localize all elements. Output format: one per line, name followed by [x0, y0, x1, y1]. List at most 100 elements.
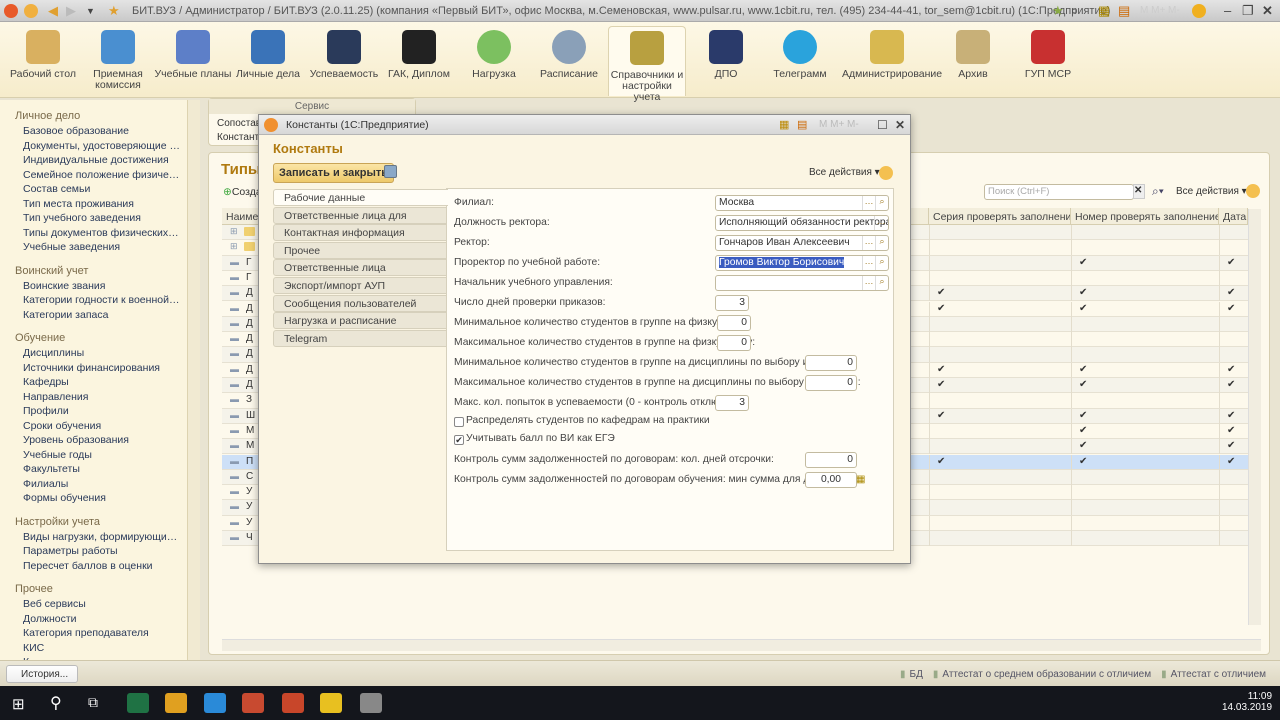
maximize-icon[interactable]: ☐: [877, 118, 888, 132]
sidebar-item[interactable]: Уровень образования: [0, 433, 180, 448]
sidebar-item[interactable]: Виды нагрузки, формирующие задо...: [0, 530, 180, 545]
sidebar-item[interactable]: Профили: [0, 404, 180, 419]
files-icon[interactable]: [242, 693, 264, 713]
open-search-icon[interactable]: ⌕: [875, 236, 888, 250]
sidebar-item[interactable]: Должности: [0, 612, 180, 627]
number-input[interactable]: 0: [717, 335, 751, 351]
section-archive-book[interactable]: Архив: [934, 30, 1012, 80]
section-laptop-grid[interactable]: Учебные планы: [154, 30, 232, 80]
sidebar-item[interactable]: Состав семьи: [0, 182, 180, 197]
tab-7[interactable]: Нагрузка и расписание: [273, 312, 447, 330]
expand-icon[interactable]: ⊞: [230, 241, 238, 252]
table-horizontal-scrollbar[interactable]: [222, 639, 1261, 651]
sidebar-item[interactable]: Индивидуальные достижения: [0, 153, 180, 168]
number-input[interactable]: 0: [805, 375, 857, 391]
sidebar-item[interactable]: Учебные заведения: [0, 240, 180, 255]
sidebar-item[interactable]: Веб сервисы: [0, 597, 180, 612]
history-button[interactable]: История...: [6, 665, 78, 683]
section-binders[interactable]: Справочники и настройки учета: [608, 26, 686, 103]
save-icon[interactable]: [384, 165, 397, 178]
sidebar-item[interactable]: Типы документов физических лиц: [0, 226, 180, 241]
section-telegram[interactable]: Телеграмм: [761, 30, 839, 80]
powerpoint-icon[interactable]: [282, 693, 304, 713]
column-header[interactable]: Номер проверять заполнение: [1071, 208, 1219, 225]
save-and-close-button[interactable]: Записать и закрыть: [273, 163, 395, 183]
section-folder[interactable]: Личные дела: [229, 30, 307, 80]
main-menu-icon[interactable]: [24, 4, 38, 18]
number-input[interactable]: 0: [717, 315, 751, 331]
sidebar-item[interactable]: Пересчет баллов в оценки: [0, 559, 180, 574]
sidebar-item[interactable]: Факультеты: [0, 462, 180, 477]
history-dropdown-icon[interactable]: ▼: [86, 6, 95, 16]
ie-icon[interactable]: [204, 693, 226, 713]
sidebar-item[interactable]: Формы обучения: [0, 491, 180, 506]
checkbox[interactable]: ✔: [454, 435, 464, 445]
sidebar-item[interactable]: Категория преподавателя: [0, 626, 180, 641]
search-icon[interactable]: ⚲: [50, 693, 62, 713]
status-link[interactable]: ▮ Аттестат о среднем образовании с отличи…: [933, 669, 1151, 680]
ref-input[interactable]: … ⌕: [715, 275, 889, 291]
select-button-icon[interactable]: …: [862, 276, 875, 290]
clock[interactable]: 11:09 14.03.2019: [1222, 691, 1272, 713]
sidebar-item[interactable]: Дисциплины: [0, 346, 180, 361]
sidebar-item[interactable]: КИС: [0, 641, 180, 656]
windows-start-icon[interactable]: ⊞: [12, 695, 25, 713]
calendar-icon[interactable]: ▤: [1118, 3, 1130, 19]
dialog-close-icon[interactable]: ✕: [895, 118, 905, 132]
1c-logo-icon[interactable]: [4, 4, 18, 18]
table-vertical-scrollbar[interactable]: [1248, 209, 1261, 625]
number-input[interactable]: 3: [715, 395, 749, 411]
calendar-icon[interactable]: ▤: [797, 118, 807, 131]
calculator-icon[interactable]: ▦: [1098, 3, 1110, 19]
tab-6[interactable]: Сообщения пользователей: [273, 294, 447, 312]
select-button-icon[interactable]: …: [862, 256, 875, 270]
sidebar-item[interactable]: Учебные годы: [0, 448, 180, 463]
select-button-icon[interactable]: …: [874, 216, 887, 230]
section-clock[interactable]: Расписание: [530, 30, 608, 80]
number-input[interactable]: 0: [805, 452, 857, 468]
ref-input[interactable]: Гончаров Иван Алексеевич … ⌕: [715, 235, 889, 251]
sidebar-item[interactable]: Филиалы: [0, 477, 180, 492]
section-database-monitor[interactable]: Администрирование: [842, 30, 942, 80]
sidebar-item[interactable]: Категории годности к военной слу...: [0, 293, 180, 308]
service-link-constants[interactable]: Констант: [217, 132, 259, 143]
task-view-icon[interactable]: ⧉: [88, 694, 98, 711]
ref-input[interactable]: Громов Виктор Борисович … ⌕: [715, 255, 889, 271]
open-search-icon[interactable]: ⌕: [875, 196, 888, 210]
close-icon[interactable]: ✕: [1262, 3, 1273, 19]
open-search-icon[interactable]: ⌕: [875, 276, 888, 290]
1c-icon[interactable]: [320, 693, 342, 713]
tab-2[interactable]: Контактная информация: [273, 224, 447, 242]
forward-icon[interactable]: ▶: [66, 3, 76, 19]
memory-icons[interactable]: M M+ M-: [819, 119, 859, 130]
open-search-icon[interactable]: ⌕: [875, 256, 888, 270]
section-pie-chart[interactable]: Нагрузка: [455, 30, 533, 80]
chrome-icon[interactable]: [165, 693, 187, 713]
tab-5[interactable]: Экспорт/импорт АУП: [273, 277, 447, 294]
number-input[interactable]: 0: [805, 355, 857, 371]
checkbox[interactable]: [454, 417, 464, 427]
tool-icon[interactable]: [360, 693, 382, 713]
number-input[interactable]: 0,00: [805, 472, 857, 488]
dialog-all-actions-menu[interactable]: Все действия ▾: [809, 167, 880, 178]
select-button-icon[interactable]: …: [862, 236, 875, 250]
memory-icons[interactable]: M M+ M-: [1140, 5, 1180, 16]
status-link[interactable]: ▮ Аттестат с отличием: [1161, 669, 1266, 680]
tab-4[interactable]: Ответственные лица: [273, 259, 447, 277]
expand-icon[interactable]: ⊞: [230, 226, 238, 237]
calculator-icon[interactable]: ▦: [779, 118, 789, 131]
add-favorite-icon[interactable]: ★: [1052, 3, 1064, 19]
ref-input[interactable]: Исполняющий обязанности ректора…: [715, 215, 889, 231]
column-header[interactable]: Серия проверять заполнение: [929, 208, 1071, 225]
number-input[interactable]: 3: [715, 295, 749, 311]
sidebar-item[interactable]: Базовое образование: [0, 124, 180, 139]
sidebar-item[interactable]: Сроки обучения: [0, 419, 180, 434]
tab-8[interactable]: Telegram: [273, 329, 447, 347]
sidebar-item[interactable]: Направления: [0, 390, 180, 405]
back-icon[interactable]: ◀: [48, 3, 58, 19]
sidebar-item[interactable]: Документы, удостоверяющие личн...: [0, 139, 180, 154]
sidebar-item[interactable]: Тип учебного заведения: [0, 211, 180, 226]
status-link[interactable]: ▮ БД: [900, 669, 923, 680]
section-graduation-cap[interactable]: ГАК, Диплом: [380, 30, 458, 80]
ref-input[interactable]: Москва … ⌕: [715, 195, 889, 211]
